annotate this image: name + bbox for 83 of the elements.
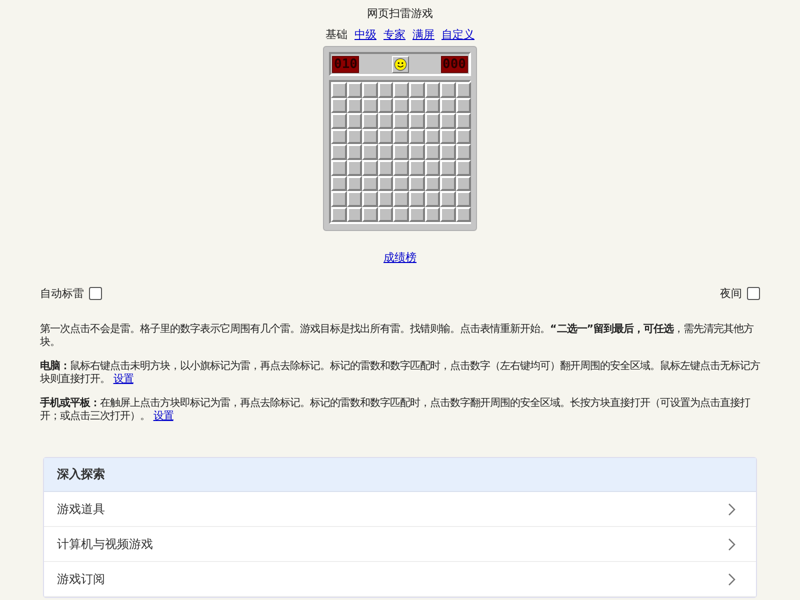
card-header: 深入探索 [44, 458, 756, 492]
mine-cell[interactable] [362, 191, 378, 207]
mine-cell[interactable] [362, 160, 378, 176]
mine-cell[interactable] [393, 176, 409, 192]
mine-cell[interactable] [331, 206, 347, 222]
page-title: 网页扫雷游戏 [366, 7, 434, 21]
mine-cell[interactable] [440, 144, 456, 160]
mine-cell[interactable] [408, 82, 425, 98]
mine-cell[interactable] [362, 82, 378, 98]
mine-cell[interactable] [408, 191, 425, 207]
instruction-text: 第一次点击不会是雷。格子里的数字表示它周围有几个雷。游戏目标是找出所有雷。找错则输。点击表情重新开始。“二选一”留到最后，可任选，需先清完其他方块。 [40, 323, 755, 350]
mine-cell[interactable] [378, 82, 394, 98]
mine-cell[interactable] [440, 128, 456, 144]
difficulty-link[interactable]: 满屏 [412, 28, 434, 42]
mine-cell[interactable] [440, 82, 456, 98]
mine-cell[interactable] [393, 128, 409, 144]
mine-cell[interactable] [331, 82, 347, 98]
difficulty-link[interactable]: 中级 [354, 28, 376, 42]
mine-cell[interactable] [393, 113, 409, 129]
instruction-text: 手机或平板：在触屏上点击方块即标记为雷，再点去除标记。标记的雷数和数字匹配时，点击数字翻开周围的安全区域。长按方块直接打开（可设置为点击直接打开；或点击三次打开）。 设置 [40, 397, 752, 424]
mine-cell[interactable] [440, 176, 456, 192]
explore-item[interactable]: 计算机与视频游戏 [44, 527, 756, 562]
mine-cell[interactable] [440, 206, 456, 222]
mine-cell[interactable] [456, 144, 472, 160]
smiley-icon [394, 58, 406, 70]
mine-cell[interactable] [456, 191, 472, 207]
mine-cell[interactable] [362, 206, 378, 222]
mine-cell[interactable] [424, 113, 440, 129]
mine-cell[interactable] [331, 176, 347, 192]
mine-cell[interactable] [331, 113, 347, 129]
smiley-button[interactable] [392, 56, 408, 72]
difficulty-link[interactable]: 专家 [384, 28, 406, 42]
leaderboard-link[interactable]: 成绩榜 [384, 251, 416, 264]
mine-cell[interactable] [378, 113, 394, 129]
mine-cell[interactable] [440, 160, 456, 176]
mine-cell[interactable] [346, 82, 362, 98]
mine-cell[interactable] [424, 191, 440, 207]
mine-cell[interactable] [393, 160, 409, 176]
chevron-right-icon [728, 572, 736, 586]
mine-cell[interactable] [456, 82, 472, 98]
checkbox[interactable] [89, 287, 102, 300]
option-label: 自动标雷 [40, 286, 84, 302]
mine-cell[interactable] [346, 113, 362, 129]
checkbox[interactable] [747, 287, 760, 300]
mine-cell[interactable] [393, 98, 409, 114]
settings-link[interactable]: 设置 [113, 373, 134, 386]
explore-item[interactable]: 游戏道具 [44, 492, 756, 528]
mine-cell[interactable] [424, 144, 440, 160]
difficulty-link[interactable]: 基础 [326, 28, 348, 42]
difficulty-link[interactable]: 自定义 [442, 28, 474, 42]
mine-cell[interactable] [408, 113, 425, 129]
mine-cell[interactable] [440, 98, 456, 114]
mine-cell[interactable] [346, 144, 362, 160]
option-label: 夜间 [720, 286, 742, 302]
mine-cell[interactable] [362, 176, 378, 192]
mine-cell[interactable] [408, 144, 425, 160]
mine-cell[interactable] [362, 113, 378, 129]
mine-cell[interactable] [362, 128, 378, 144]
timer: 000 [440, 56, 468, 72]
mine-cell[interactable] [393, 206, 409, 222]
chevron-right-icon [728, 538, 736, 551]
mine-cell[interactable] [440, 113, 456, 129]
chevron-right-icon [728, 502, 736, 516]
instruction-text: 电脑：鼠标右键点击未明方块，以小旗标记为雷，再点去除标记。标记的雷数和数字匹配时，点击数字（左右键均可）翻开周围的安全区域。鼠标左键点击无标记方块则直接打开。 设置 [40, 360, 760, 386]
mine-cell[interactable] [378, 144, 394, 160]
mine-cell[interactable] [440, 191, 456, 207]
mine-cell[interactable] [378, 191, 394, 207]
mine-cell[interactable] [456, 113, 472, 129]
mine-cell[interactable] [331, 98, 347, 114]
mine-cell[interactable] [362, 98, 378, 114]
mine-cell[interactable] [331, 144, 347, 160]
mine-cell[interactable] [393, 82, 409, 98]
mine-cell[interactable] [331, 160, 347, 176]
mine-cell[interactable] [393, 144, 409, 160]
mine-cell[interactable] [362, 144, 378, 160]
mine-cell[interactable] [331, 191, 347, 207]
mine-cell[interactable] [393, 191, 409, 207]
mine-cell[interactable] [346, 191, 362, 207]
explore-item[interactable]: 游戏订阅 [44, 562, 756, 598]
mine-cell[interactable] [331, 128, 347, 144]
mine-counter: 010 [332, 56, 360, 72]
mine-cell[interactable] [424, 82, 440, 98]
settings-link[interactable]: 设置 [153, 410, 174, 422]
